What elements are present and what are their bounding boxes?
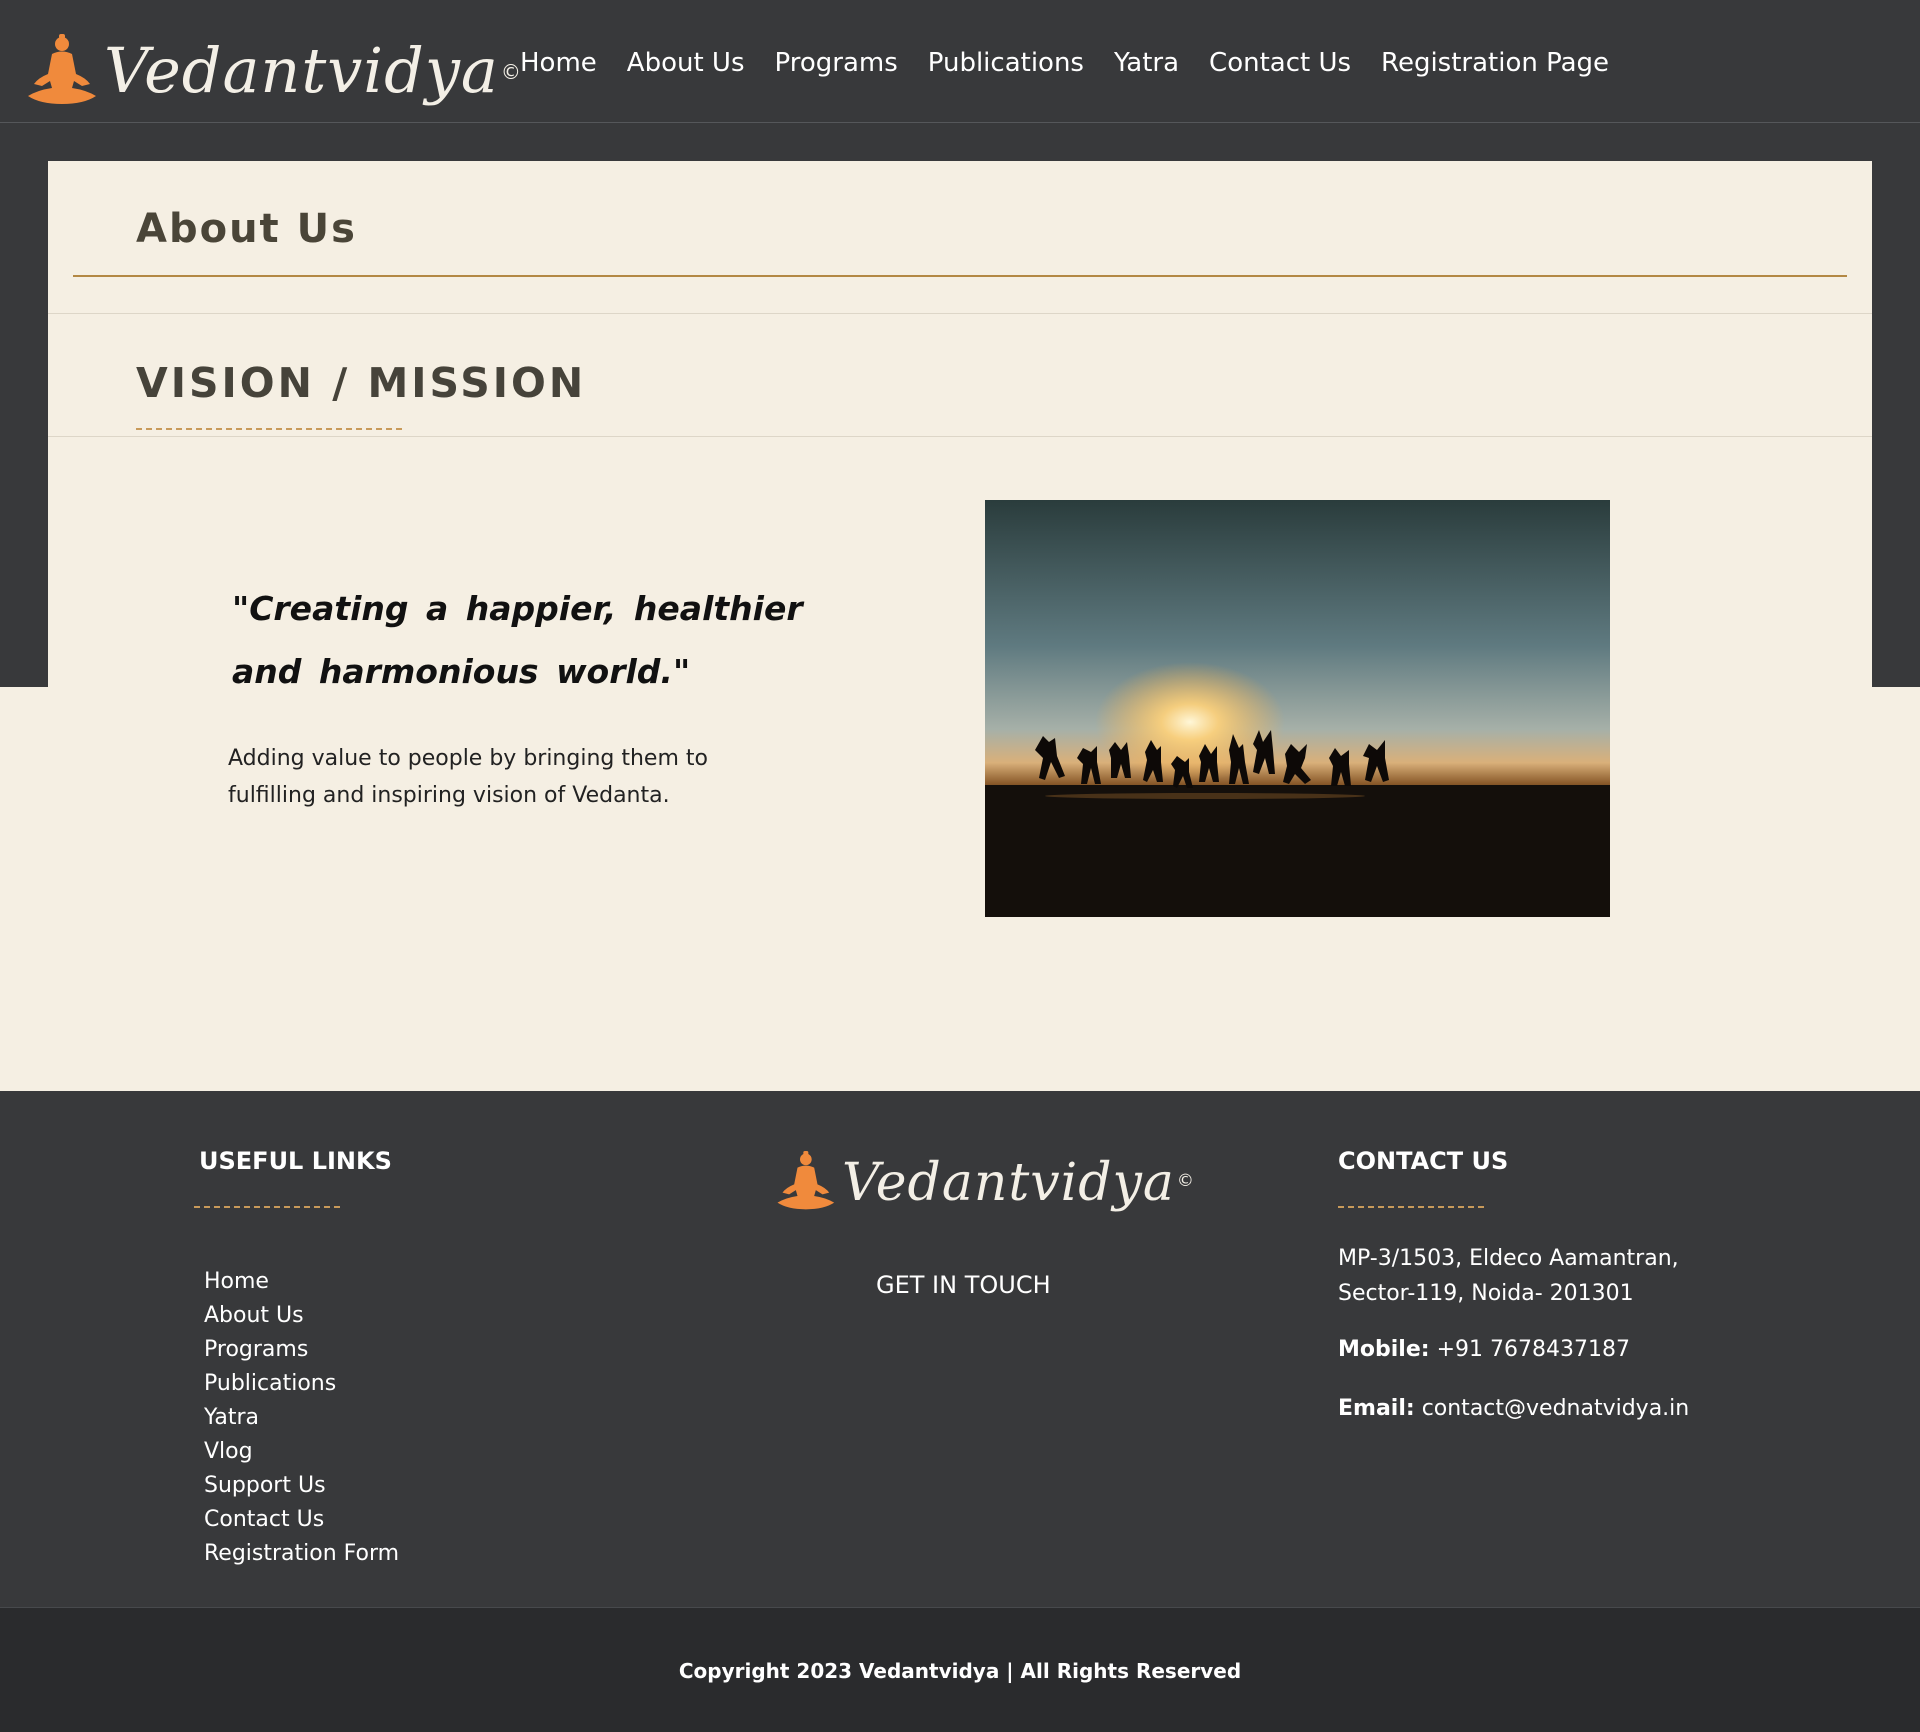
contact-us-underline: [1338, 1206, 1484, 1208]
logo-wordmark: Vedantvidya: [104, 34, 499, 107]
nav-contact-us[interactable]: Contact Us: [1209, 48, 1351, 78]
footer-logo[interactable]: Vedantvidya ©: [774, 1151, 1194, 1215]
nav-yatra[interactable]: Yatra: [1114, 48, 1179, 78]
footer-link-contact-us[interactable]: Contact Us: [204, 1503, 399, 1537]
nav-publications[interactable]: Publications: [928, 48, 1084, 78]
about-card: About Us VISION / MISSION "Creating a ha…: [48, 161, 1872, 1091]
nav-about-us[interactable]: About Us: [627, 48, 745, 78]
site-header: Vedantvidya © Home About Us Programs Pub…: [0, 0, 1920, 123]
get-in-touch-heading: GET IN TOUCH: [876, 1271, 1051, 1299]
mobile-label: Mobile:: [1338, 1337, 1430, 1362]
copyright-bar: Copyright 2023 Vedantvidya | All Rights …: [0, 1607, 1920, 1732]
main-nav: Home About Us Programs Publications Yatr…: [520, 48, 1639, 78]
contact-address: MP-3/1503, Eldeco Aamantran, Sector-119,…: [1338, 1246, 1679, 1306]
mobile-number[interactable]: +91 7678437187: [1437, 1337, 1630, 1362]
divider: [48, 436, 1872, 437]
email-label: Email:: [1338, 1396, 1415, 1421]
nav-home[interactable]: Home: [520, 48, 597, 78]
divider: [48, 313, 1872, 314]
registered-mark: ©: [1176, 1171, 1194, 1191]
sunset-jumping-people-image: [985, 500, 1610, 917]
meditating-figure-icon: [774, 1151, 836, 1215]
footer-links: Home About Us Programs Publications Yatr…: [204, 1265, 399, 1571]
useful-links-title: USEFUL LINKS: [199, 1147, 392, 1175]
footer-link-yatra[interactable]: Yatra: [204, 1401, 399, 1435]
section-title: VISION / MISSION: [136, 359, 587, 407]
nav-programs[interactable]: Programs: [775, 48, 898, 78]
contact-mobile: Mobile: +91 7678437187: [1338, 1337, 1630, 1362]
mission-text: Adding value to people by bringing them …: [228, 746, 708, 808]
logo-wordmark: Vedantvidya: [842, 1153, 1175, 1213]
registered-mark: ©: [500, 60, 521, 84]
nav-registration-page[interactable]: Registration Page: [1381, 48, 1609, 78]
site-footer: USEFUL LINKS Home About Us Programs Publ…: [0, 1091, 1920, 1607]
footer-link-support-us[interactable]: Support Us: [204, 1469, 399, 1503]
title-underline: [73, 275, 1847, 277]
footer-link-publications[interactable]: Publications: [204, 1367, 399, 1401]
contact-email: Email: contact@vednatvidya.in: [1338, 1396, 1689, 1421]
email-address[interactable]: contact@vednatvidya.in: [1422, 1396, 1690, 1421]
useful-links-underline: [194, 1206, 340, 1208]
copyright-text: Copyright 2023 Vedantvidya | All Rights …: [678, 1659, 1242, 1683]
meditating-figure-icon: [24, 34, 98, 106]
footer-link-registration-form[interactable]: Registration Form: [204, 1537, 399, 1571]
footer-link-home[interactable]: Home: [204, 1265, 399, 1299]
footer-link-about-us[interactable]: About Us: [204, 1299, 399, 1333]
page-title: About Us: [136, 206, 357, 252]
section-underline: [136, 428, 402, 430]
site-logo[interactable]: Vedantvidya ©: [24, 34, 521, 124]
contact-us-title: CONTACT US: [1338, 1147, 1509, 1175]
footer-link-vlog[interactable]: Vlog: [204, 1435, 399, 1469]
footer-link-programs[interactable]: Programs: [204, 1333, 399, 1367]
vision-quote: "Creating a happier, healthier and harmo…: [232, 589, 803, 691]
